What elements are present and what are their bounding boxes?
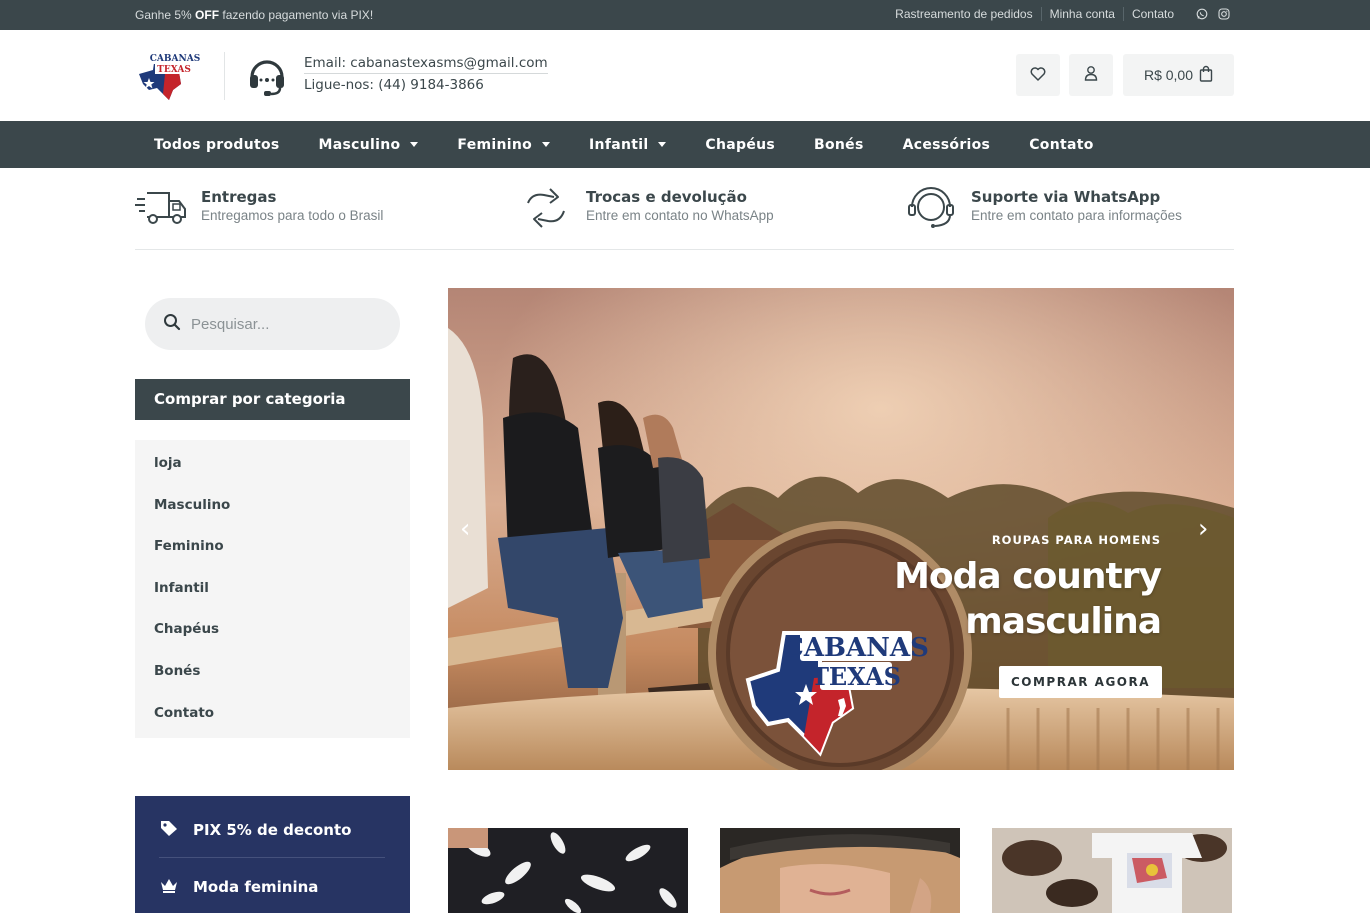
slider-prev-arrow[interactable]: ‹ [460, 514, 484, 544]
exchange-icon [520, 185, 572, 231]
category-list: loja Masculino Feminino Infantil Chapéus… [135, 440, 410, 738]
promo-item-moda-feminina[interactable]: Moda feminina [159, 876, 318, 898]
nav-label: Infantil [589, 136, 649, 153]
contact-link[interactable]: Contato [1124, 7, 1182, 21]
nav-label: Bonés [814, 136, 864, 153]
order-tracking-link[interactable]: Rastreamento de pedidos [887, 7, 1042, 21]
product-thumbnail-2[interactable] [720, 828, 960, 913]
logo-word-cabanas: CABANAS [150, 54, 200, 64]
heart-icon [1030, 66, 1046, 85]
slider-next-arrow[interactable]: › [1198, 514, 1222, 544]
hero-title-line-2: masculina [965, 601, 1162, 642]
promo-prefix: Ganhe 5% [135, 8, 196, 22]
hero-slider[interactable]: CABANAS TEXAS ‹ › ROUPAS PARA HOMENS Mod… [448, 288, 1234, 770]
nav-label: Acessórios [902, 136, 991, 153]
promo-divider [159, 857, 385, 858]
product-thumbnail-3[interactable] [992, 828, 1232, 913]
logo-word-texas: TEXAS [157, 65, 191, 75]
nav-item-contato[interactable]: Contato [1029, 137, 1093, 153]
headset-icon [247, 55, 287, 97]
site-logo[interactable]: CABANAS TEXAS [135, 50, 201, 102]
category-item-bones[interactable]: Bonés [135, 658, 410, 700]
search-box[interactable] [145, 298, 400, 350]
truck-icon [135, 185, 187, 231]
contact-email[interactable]: Email: cabanastexasms@gmail.com [304, 55, 548, 74]
promo-bold: OFF [195, 8, 220, 22]
nav-item-todos-produtos[interactable]: Todos produtos [154, 137, 280, 153]
promo-label: PIX 5% de deconto [193, 821, 352, 839]
cart-total: R$ 0,00 [1143, 67, 1194, 83]
nav-item-acessorios[interactable]: Acessórios [903, 137, 991, 153]
promo-box: PIX 5% de deconto Moda feminina [135, 796, 410, 913]
category-item-feminino[interactable]: Feminino [135, 533, 410, 575]
category-item-chapeus[interactable]: Chapéus [135, 616, 410, 658]
product-thumbnail-1[interactable] [448, 828, 688, 913]
tag-icon [159, 819, 179, 841]
top-links: Rastreamento de pedidos Minha conta Cont… [887, 7, 1230, 21]
site-header: CABANAS TEXAS Email: cabanastexasms@gmai… [0, 30, 1370, 121]
nav-label: Contato [1029, 136, 1094, 153]
features-strip: Entregas Entregamos para todo o Brasil T… [135, 168, 1234, 250]
nav-label: Todos produtos [154, 136, 280, 153]
nav-item-feminino[interactable]: Feminino [457, 136, 551, 153]
nav-item-infantil[interactable]: Infantil [589, 136, 667, 153]
promo-item-pix[interactable]: PIX 5% de deconto [159, 819, 351, 841]
main-nav: Todos produtos Masculino Feminino Infant… [0, 121, 1370, 168]
feature-support: Suporte via WhatsApp Entre em contato pa… [905, 185, 1182, 231]
feature-subtitle: Entregamos para todo o Brasil [201, 208, 384, 223]
chevron-down-icon [410, 142, 419, 147]
contact-phone[interactable]: Ligue-nos: (44) 9184-3866 [304, 77, 484, 93]
nav-item-masculino[interactable]: Masculino [319, 137, 419, 153]
hero-title: Moda country masculina [894, 554, 1162, 644]
category-item-contato[interactable]: Contato [135, 700, 410, 742]
nav-item-bones[interactable]: Bonés [814, 137, 864, 153]
category-heading: Comprar por categoria [135, 379, 410, 420]
feature-subtitle: Entre em contato para informações [971, 208, 1182, 223]
wishlist-button[interactable] [1016, 54, 1060, 96]
top-bar: Ganhe 5% OFF fazendo pagamento via PIX! … [0, 0, 1370, 30]
pix-promo-text: Ganhe 5% OFF fazendo pagamento via PIX! [135, 8, 373, 22]
category-item-masculino[interactable]: Masculino [135, 492, 410, 534]
chevron-down-icon [658, 142, 667, 147]
search-input[interactable] [191, 315, 371, 333]
nav-item-chapeus[interactable]: Chapéus [705, 137, 775, 153]
instagram-icon[interactable] [1218, 8, 1230, 20]
search-icon[interactable] [163, 313, 181, 335]
nav-label: Chapéus [705, 136, 776, 153]
crown-icon [159, 876, 179, 898]
header-divider [224, 52, 225, 100]
feature-exchange: Trocas e devolução Entre em contato no W… [520, 185, 774, 231]
support-agent-icon [905, 185, 957, 231]
promo-suffix: fazendo pagamento via PIX! [219, 8, 374, 22]
whatsapp-icon[interactable] [1196, 8, 1208, 20]
feature-title: Trocas e devolução [586, 188, 747, 206]
badge-word-texas: TEXAS [811, 662, 901, 691]
category-item-loja[interactable]: loja [135, 450, 410, 492]
social-icons [1196, 8, 1230, 20]
category-item-infantil[interactable]: Infantil [135, 575, 410, 617]
feature-title: Suporte via WhatsApp [971, 188, 1161, 206]
account-button[interactable] [1069, 54, 1113, 96]
feature-subtitle: Entre em contato no WhatsApp [586, 208, 774, 223]
cart-button[interactable]: R$ 0,00 [1123, 54, 1234, 96]
feature-delivery: Entregas Entregamos para todo o Brasil [135, 185, 383, 231]
user-icon [1084, 65, 1098, 85]
nav-label: Masculino [318, 136, 401, 153]
hero-eyebrow: ROUPAS PARA HOMENS [991, 533, 1161, 547]
shop-now-button[interactable]: COMPRAR AGORA [999, 666, 1162, 698]
my-account-link[interactable]: Minha conta [1042, 7, 1124, 21]
feature-title: Entregas [201, 188, 277, 206]
shopping-bag-icon [1199, 65, 1213, 85]
hero-title-line-1: Moda country [894, 556, 1162, 597]
chevron-down-icon [542, 142, 551, 147]
promo-label: Moda feminina [193, 878, 319, 896]
nav-label: Feminino [457, 136, 533, 153]
